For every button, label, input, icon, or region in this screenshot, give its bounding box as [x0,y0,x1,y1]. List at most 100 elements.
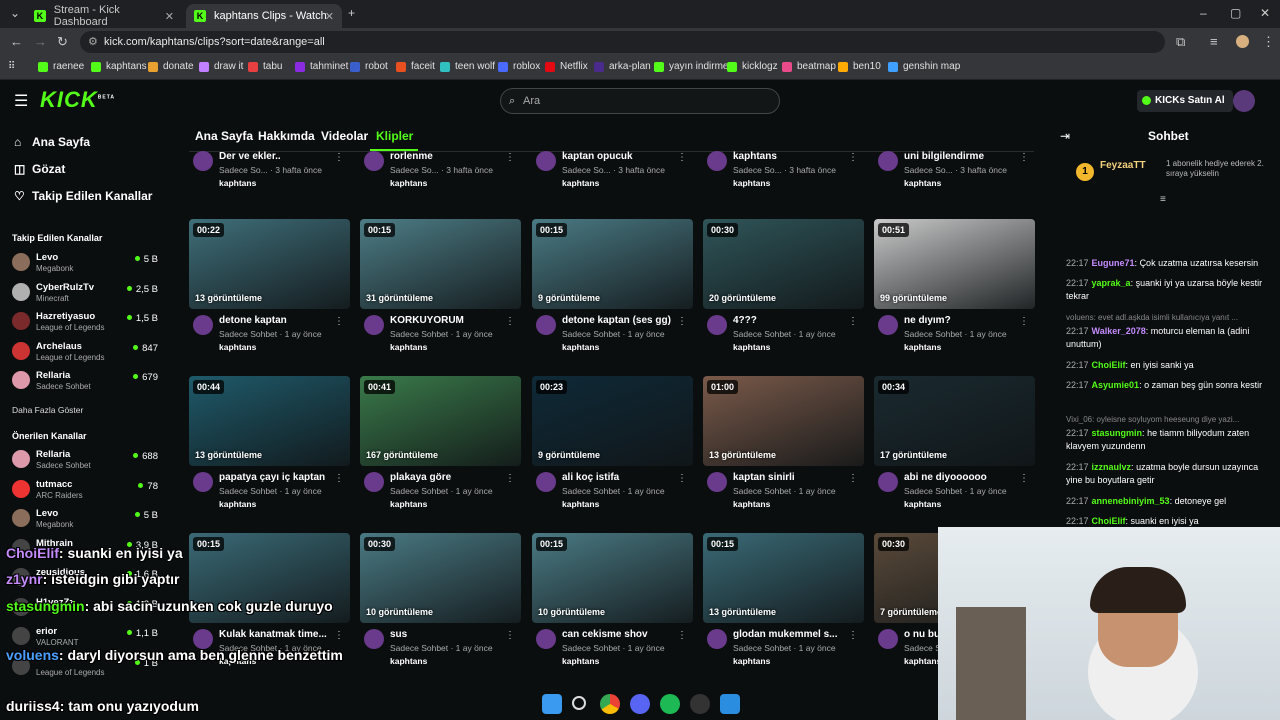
address-bar[interactable]: ⚙ kick.com/kaphtans/clips?sort=date&range… [80,31,1165,53]
more-options-icon[interactable]: ⋮ [677,152,687,163]
more-options-icon[interactable]: ⋮ [677,630,687,641]
clip-thumbnail[interactable]: 00:51 99 görüntüleme [874,219,1035,309]
windows-start-icon[interactable] [542,694,562,714]
more-options-icon[interactable]: ⋮ [505,473,515,484]
gift-leaderboard[interactable]: 1 FeyzaaTT 1 abonelik hediye ederek 2. s… [1072,159,1272,189]
sidebar-item-following[interactable]: ♡ Takip Edilen Kanallar [14,189,152,203]
clip-thumbnail[interactable]: 00:34 17 görüntüleme [874,376,1035,466]
more-options-icon[interactable]: ⋮ [848,473,858,484]
more-options-icon[interactable]: ⋮ [848,630,858,641]
more-options-icon[interactable]: ⋮ [1019,473,1029,484]
clip-card[interactable]: 00:51 99 görüntüleme ne dıyım? Sadece Sohbe… [874,219,1035,369]
bookmark-item[interactable]: robot [350,61,388,72]
bookmark-item[interactable]: tahminet [295,61,348,72]
chat-username[interactable]: annenebiniyim_53 [1092,496,1170,506]
bookmark-item[interactable]: tabu [248,61,282,72]
bookmark-item[interactable]: kicklogz [727,61,778,72]
bookmark-item[interactable]: donate [148,61,194,72]
bookmark-item[interactable]: kaphtans [91,61,147,72]
bookmark-item[interactable]: Netflix [545,61,588,72]
obs-icon[interactable] [690,694,710,714]
clip-card[interactable]: 00:15 31 görüntüleme KORKUYORUM Sadece Sohb… [360,219,521,369]
reload-icon[interactable]: ↻ [57,34,68,50]
more-options-icon[interactable]: ⋮ [677,473,687,484]
clip-card[interactable]: rorlenme Sadece So... · 3 hafta önce kapht… [360,151,521,205]
chat-username[interactable]: ChoiElif [1092,516,1126,526]
more-options-icon[interactable]: ⋮ [505,316,515,327]
tab-kaphtans-clips[interactable]: Kkaphtans Clips - Watch Live on✕ [186,4,342,28]
search-taskbar-icon[interactable] [572,696,586,710]
clip-thumbnail[interactable]: 00:30 10 görüntüleme [360,533,521,623]
chat-username[interactable]: Walker_2078 [1092,326,1146,336]
clip-thumbnail[interactable]: 00:15 9 görüntüleme [532,219,693,309]
close-window-icon[interactable]: ✕ [1260,6,1270,20]
search-input[interactable]: ⌕ Ara [500,88,780,114]
clip-card[interactable]: Der ve ekler.. Sadece So... · 3 hafta önc… [189,151,350,205]
tab-videos[interactable]: Videolar [321,129,368,143]
bookmark-item[interactable]: beatmap [782,61,836,72]
bookmark-item[interactable]: arka-plan [594,61,651,72]
clip-card[interactable]: 00:15 13 görüntüleme glodan mukemmel s... S… [703,533,864,683]
site-info-icon[interactable]: ⚙ [88,31,98,53]
bookmark-item[interactable]: raenee [38,61,84,72]
clip-card[interactable]: kaptan opucuk Sadece So... · 3 hafta önce… [532,151,693,205]
clip-thumbnail[interactable]: 01:00 13 görüntüleme [703,376,864,466]
channel-item[interactable]: tutmacc ARC Raiders 78 [12,478,162,506]
clip-card[interactable]: 00:41 167 görüntüleme plakaya göre Sadece S… [360,376,521,526]
extensions-icon[interactable]: ⧉ [1176,34,1185,50]
clip-thumbnail[interactable]: 00:22 13 görüntüleme [189,219,350,309]
more-options-icon[interactable]: ⋮ [505,630,515,641]
clip-thumbnail[interactable]: 00:15 10 görüntüleme [532,533,693,623]
more-options-icon[interactable]: ⋮ [334,630,344,641]
more-options-icon[interactable]: ⋮ [1019,316,1029,327]
apps-icon[interactable]: ⠿ [8,61,15,72]
bookmark-item[interactable]: yayın indirme [654,61,728,72]
minimize-icon[interactable]: – [1200,6,1207,20]
media-icon[interactable]: ≡ [1210,34,1218,49]
bookmark-item[interactable]: ben10 [838,61,881,72]
clip-card[interactable]: 00:23 9 görüntüleme ali koç istifa Sadece S… [532,376,693,526]
clip-card[interactable]: 00:30 20 görüntüleme 4??? Sadece Sohbet · 1… [703,219,864,369]
kick-logo[interactable]: KICKBETA [40,87,115,113]
channel-item[interactable]: Hazretiyasuo League of Legends 1,5 B [12,310,162,338]
channel-item[interactable]: Rellaria Sadece Sohbet 688 [12,448,162,476]
maximize-icon[interactable]: ▢ [1230,6,1241,20]
close-tab-icon[interactable]: ✕ [325,10,334,23]
chat-username[interactable]: Eugune71 [1092,258,1135,268]
show-more-link[interactable]: Daha Fazla Göster [12,405,83,415]
buy-kicks-button[interactable]: KICKs Satın Al [1137,90,1233,112]
channel-item[interactable]: CyberRulzTv Minecraft 2,5 B [12,281,162,309]
clip-thumbnail[interactable]: 00:15 31 görüntüleme [360,219,521,309]
new-tab-icon[interactable]: + [348,6,355,20]
tab-clips[interactable]: Klipler [376,129,413,143]
bookmark-item[interactable]: genshin map [888,61,960,72]
clip-thumbnail[interactable]: 00:44 13 görüntüleme [189,376,350,466]
tab-search-icon[interactable]: ⌄ [10,6,20,20]
chat-username[interactable]: ChoiElif [1092,360,1126,370]
bookmark-item[interactable]: roblox [498,61,540,72]
clip-thumbnail[interactable]: 00:15 13 görüntüleme [703,533,864,623]
channel-item[interactable]: Levo Megabonk 5 B [12,251,162,279]
tab-about[interactable]: Hakkımda [258,129,315,143]
more-options-icon[interactable]: ⋮ [334,473,344,484]
clip-card[interactable]: 00:34 17 görüntüleme abi ne diyoooooo Sadec… [874,376,1035,526]
clip-card[interactable]: 00:15 9 görüntüleme detone kaptan (ses gg)… [532,219,693,369]
bookmark-item[interactable]: draw it [199,61,243,72]
spotify-icon[interactable] [660,694,680,714]
more-options-icon[interactable]: ⋮ [505,152,515,163]
chat-username[interactable]: Asyumie01 [1092,380,1140,390]
discord-icon[interactable] [630,694,650,714]
channel-item[interactable]: Rellaria Sadece Sohbet 679 [12,369,162,397]
chat-username[interactable]: yaprak_a [1092,278,1131,288]
pinned-expand-icon[interactable]: ≡ [1160,194,1166,205]
clip-card[interactable]: 00:15 10 görüntüleme can cekisme shov Sadec… [532,533,693,683]
channel-item[interactable]: Archelaus League of Legends 847 [12,340,162,368]
clip-thumbnail[interactable]: 00:41 167 görüntüleme [360,376,521,466]
photos-icon[interactable] [720,694,740,714]
sidebar-item-browse[interactable]: ◫ Gözat [14,162,65,176]
channel-item[interactable]: Levo Megabonk 5 B [12,507,162,535]
clip-card[interactable]: 01:00 13 görüntüleme kaptan sinirli Sadece … [703,376,864,526]
forward-icon[interactable]: → [34,34,47,49]
tab-home[interactable]: Ana Sayfa [195,129,253,143]
clip-card[interactable]: 00:44 13 görüntüleme papatya çayı iç kapta… [189,376,350,526]
